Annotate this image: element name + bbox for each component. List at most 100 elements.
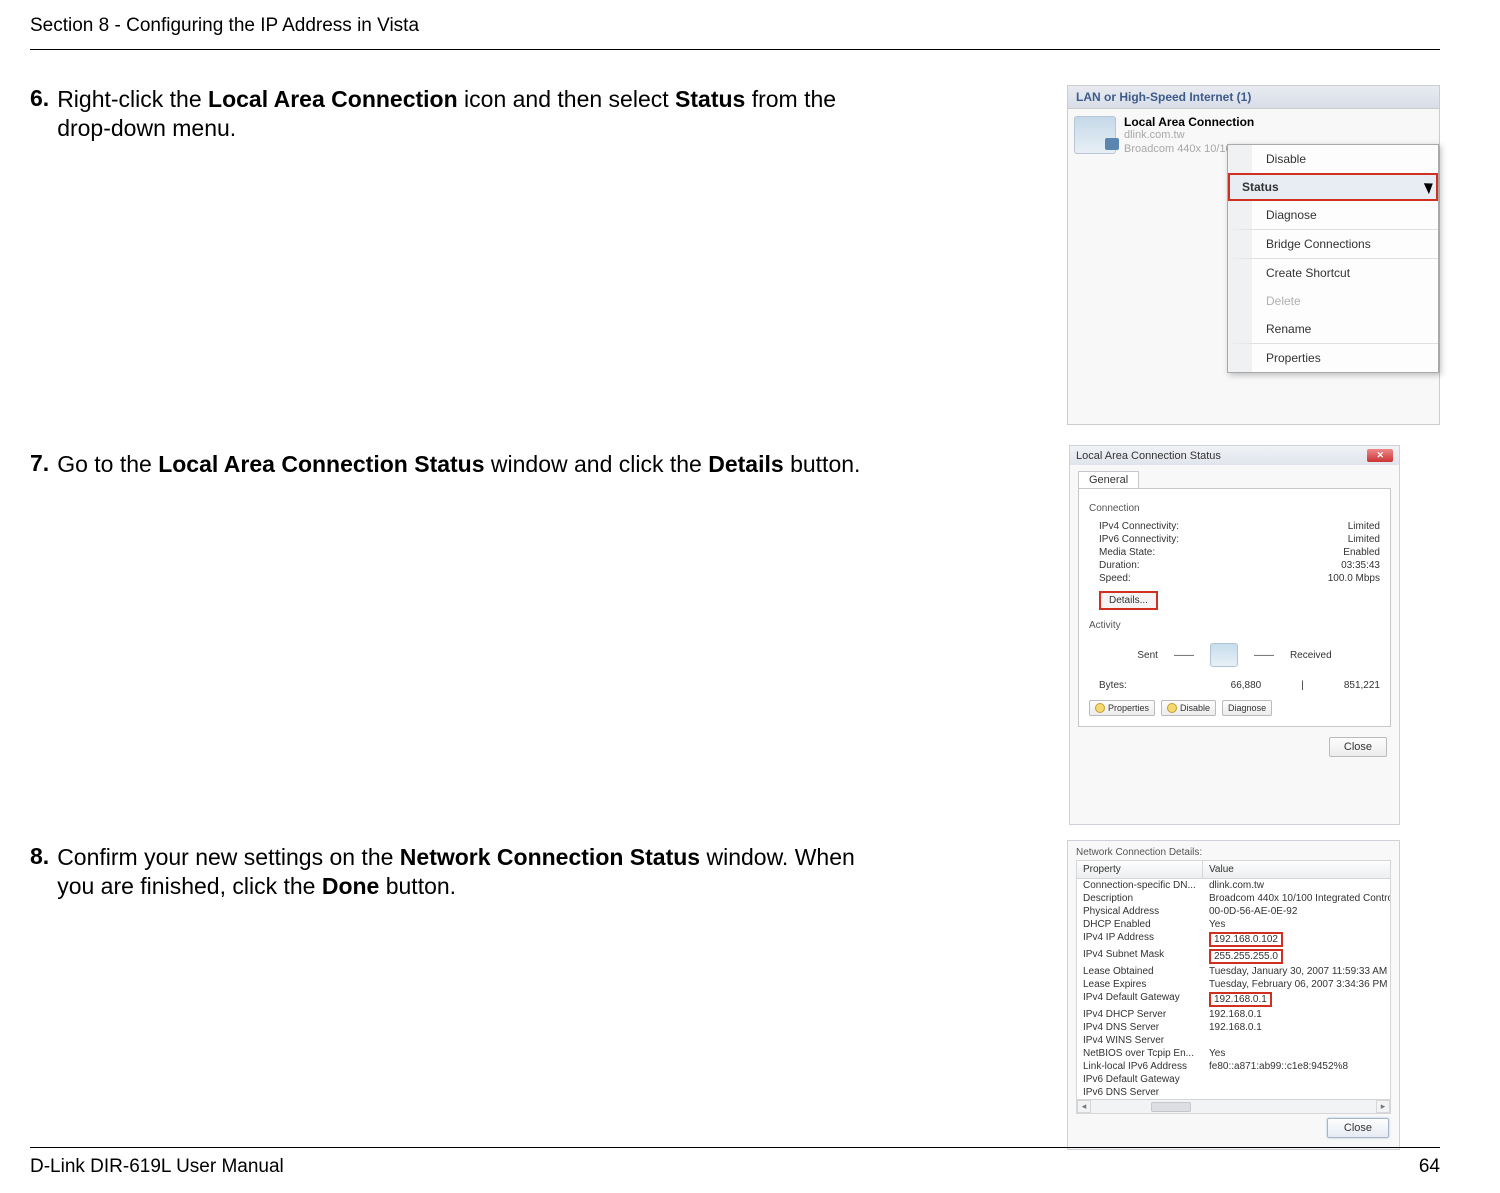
- cell-value: [1203, 1034, 1390, 1047]
- btn-label: Properties: [1108, 703, 1149, 713]
- cell-value: Broadcom 440x 10/100 Integrated Contro: [1203, 892, 1390, 905]
- close-icon[interactable]: ✕: [1367, 449, 1393, 462]
- close-button[interactable]: Close: [1327, 1118, 1389, 1138]
- highlighted-value: 192.168.0.1: [1209, 992, 1272, 1007]
- row-val: Enabled: [1343, 547, 1380, 558]
- tab-general[interactable]: General: [1078, 471, 1139, 488]
- cell-value: dlink.com.tw: [1203, 879, 1390, 892]
- page-footer: D-Link DIR-619L User Manual 64: [30, 1147, 1440, 1178]
- table-row: NetBIOS over Tcpip En...Yes: [1077, 1047, 1390, 1060]
- activity-sent-label: Sent: [1137, 650, 1158, 661]
- properties-button[interactable]: Properties: [1089, 700, 1155, 716]
- scroll-left-icon[interactable]: ◂: [1077, 1100, 1091, 1113]
- step-8: 8. Confirm your new settings on the Netw…: [30, 843, 877, 901]
- bold-text: Details: [708, 451, 783, 477]
- cell-property: IPv6 Default Gateway: [1077, 1073, 1203, 1086]
- cell-value: 255.255.255.0: [1203, 948, 1390, 965]
- table-row: IPv4 Subnet Mask255.255.255.0: [1077, 948, 1390, 965]
- menu-item-rename[interactable]: Rename: [1228, 315, 1438, 344]
- menu-item-delete: Delete: [1228, 287, 1438, 315]
- group-header: LAN or High-Speed Internet (1): [1068, 86, 1439, 109]
- bold-text: Done: [322, 873, 380, 899]
- btn-label: Disable: [1180, 703, 1210, 713]
- diagnose-button[interactable]: Diagnose: [1222, 700, 1272, 716]
- cell-value: Tuesday, January 30, 2007 11:59:33 AM: [1203, 965, 1390, 978]
- screenshot-details-window: Network Connection Details: Property Val…: [1067, 840, 1400, 1150]
- row-val: 100.0 Mbps: [1328, 573, 1380, 584]
- menu-item-diagnose[interactable]: Diagnose: [1228, 201, 1438, 230]
- details-button[interactable]: Details...: [1099, 591, 1158, 610]
- cell-property: IPv4 Subnet Mask: [1077, 948, 1203, 965]
- cell-property: IPv4 DHCP Server: [1077, 1008, 1203, 1021]
- menu-label: Status: [1242, 180, 1279, 194]
- btn-label: Diagnose: [1228, 703, 1266, 713]
- cell-property: IPv4 IP Address: [1077, 931, 1203, 948]
- cell-value: [1203, 1073, 1390, 1086]
- row-duration: Duration:03:35:43: [1089, 559, 1380, 572]
- table-row: DHCP EnabledYes: [1077, 918, 1390, 931]
- bytes-sent: 66,880: [1231, 680, 1262, 691]
- activity-received-label: Received: [1290, 650, 1332, 661]
- screenshot-context-menu: LAN or High-Speed Internet (1) Local Are…: [1067, 85, 1440, 425]
- cursor-icon: [1426, 181, 1438, 196]
- window-title: Local Area Connection Status: [1076, 450, 1221, 462]
- connection-domain: dlink.com.tw: [1124, 129, 1254, 142]
- close-row: Close: [1076, 1114, 1391, 1138]
- group-connection: Connection: [1089, 503, 1380, 514]
- text-span: Right-click the: [57, 86, 208, 112]
- menu-item-status[interactable]: Status: [1228, 173, 1438, 201]
- cell-property: Description: [1077, 892, 1203, 905]
- cell-property: DHCP Enabled: [1077, 918, 1203, 931]
- row-ipv6: IPv6 Connectivity:Limited: [1089, 533, 1380, 546]
- bold-text: Local Area Connection Status: [158, 451, 484, 477]
- disable-button[interactable]: Disable: [1161, 700, 1216, 716]
- menu-item-shortcut[interactable]: Create Shortcut: [1228, 259, 1438, 287]
- menu-item-disable[interactable]: Disable: [1228, 145, 1438, 173]
- activity-display: Sent —— —— Received: [1089, 643, 1380, 667]
- th-value: Value: [1203, 861, 1390, 878]
- close-row: Close: [1070, 735, 1399, 761]
- window-titlebar: Local Area Connection Status ✕: [1070, 446, 1399, 465]
- details-label: Network Connection Details:: [1076, 847, 1391, 858]
- cell-value: 192.168.0.1: [1203, 1008, 1390, 1021]
- text-span: Go to the: [57, 451, 158, 477]
- cell-value: Yes: [1203, 1047, 1390, 1060]
- row-speed: Speed: 100.0 Mbps: [1089, 572, 1380, 585]
- step-number: 7.: [30, 450, 49, 477]
- cell-value: [1203, 1086, 1390, 1099]
- scroll-right-icon[interactable]: ▸: [1376, 1100, 1390, 1113]
- cell-property: Physical Address: [1077, 905, 1203, 918]
- highlighted-value: 192.168.0.102: [1209, 932, 1283, 947]
- row-media: Media State:Enabled: [1089, 546, 1380, 559]
- cell-property: Lease Expires: [1077, 978, 1203, 991]
- cell-property: Lease Obtained: [1077, 965, 1203, 978]
- cell-property: IPv4 WINS Server: [1077, 1034, 1203, 1047]
- menu-item-bridge[interactable]: Bridge Connections: [1228, 230, 1438, 259]
- text-span: button.: [784, 451, 861, 477]
- row-key: IPv4 Connectivity:: [1099, 521, 1179, 532]
- text-span: icon and then select: [458, 86, 675, 112]
- row-key: IPv6 Connectivity:: [1099, 534, 1179, 545]
- table-row: DescriptionBroadcom 440x 10/100 Integrat…: [1077, 892, 1390, 905]
- cell-value: 192.168.0.102: [1203, 931, 1390, 948]
- scroll-thumb[interactable]: [1151, 1102, 1191, 1112]
- menu-item-properties[interactable]: Properties: [1228, 344, 1438, 372]
- row-key: Speed:: [1099, 573, 1131, 584]
- activity-icon: [1210, 643, 1238, 667]
- tab-strip: General: [1070, 465, 1399, 488]
- group-activity: Activity: [1089, 620, 1380, 631]
- text-span: window and click the: [485, 451, 709, 477]
- document-page: Section 8 - Configuring the IP Address i…: [0, 0, 1500, 105]
- screenshot-status-window: Local Area Connection Status ✕ General C…: [1069, 445, 1400, 825]
- dialog-body: Connection IPv4 Connectivity:Limited IPv…: [1078, 488, 1391, 727]
- bold-text: Local Area Connection: [208, 86, 458, 112]
- button-row: Properties Disable Diagnose: [1089, 700, 1380, 716]
- table-row: IPv4 Default Gateway192.168.0.1: [1077, 991, 1390, 1008]
- row-ipv4: IPv4 Connectivity:Limited: [1089, 520, 1380, 533]
- cell-property: Link-local IPv6 Address: [1077, 1060, 1203, 1073]
- table-row: Physical Address00-0D-56-AE-0E-92: [1077, 905, 1390, 918]
- cell-value: 192.168.0.1: [1203, 991, 1390, 1008]
- horizontal-scrollbar[interactable]: ◂ ▸: [1077, 1099, 1390, 1113]
- row-bytes: Bytes: 66,880|851,221: [1089, 679, 1380, 692]
- close-button[interactable]: Close: [1329, 737, 1387, 757]
